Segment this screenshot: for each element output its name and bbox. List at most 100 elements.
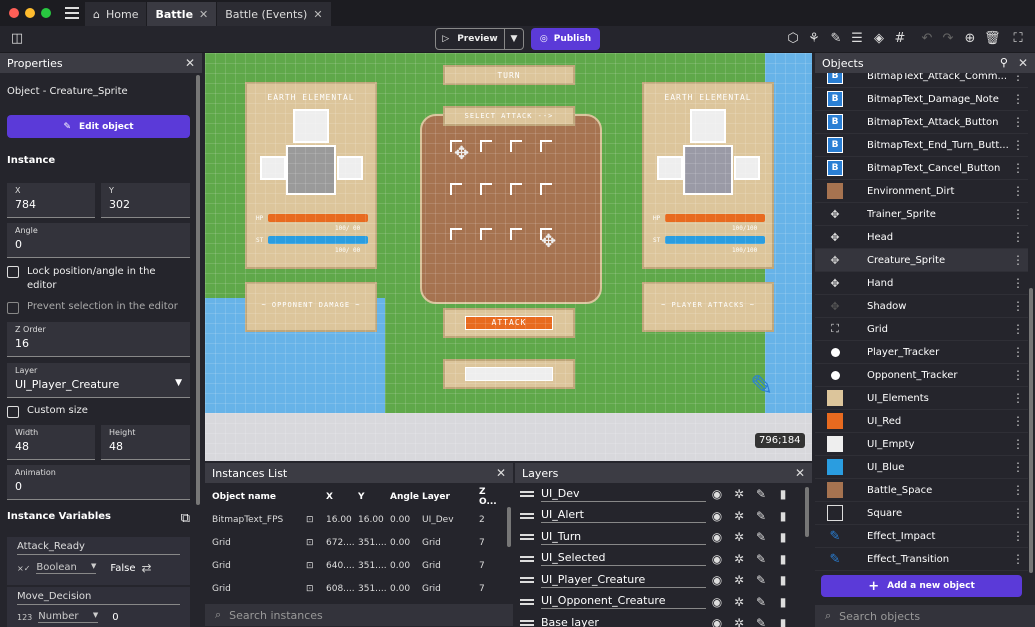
objects-icon[interactable]: ⚘: [806, 31, 822, 47]
more-options-icon[interactable]: ⋮: [1012, 115, 1024, 129]
opponent-damage-panel[interactable]: ~ OPPONENT DAMAGE ~: [245, 282, 377, 332]
layer-row[interactable]: UI_Opponent_Creature ◉ ✲ ✎ ▮: [515, 591, 800, 613]
object-row[interactable]: ⛶ Grid ⋮: [815, 318, 1028, 341]
more-options-icon[interactable]: ⋮: [1012, 552, 1024, 566]
column-header[interactable]: X: [326, 492, 358, 502]
close-window-button[interactable]: [9, 8, 19, 18]
checkbox-box[interactable]: [7, 302, 19, 314]
more-options-icon[interactable]: ⋮: [1012, 414, 1024, 428]
eye-icon[interactable]: ◉: [706, 509, 728, 523]
object-row[interactable]: ✥ Head ⋮: [815, 226, 1028, 249]
creature-sprite[interactable]: [286, 145, 336, 195]
lock-position-checkbox[interactable]: Lock position/angle in the editor: [7, 265, 187, 293]
object-row[interactable]: B BitmapText_Attack_Comm... ⋮: [815, 73, 1028, 88]
layer-name[interactable]: UI_Selected: [541, 551, 706, 566]
object-row[interactable]: ✥ Hand ⋮: [815, 272, 1028, 295]
variable-value[interactable]: 0: [112, 612, 118, 623]
close-icon[interactable]: ✕: [1018, 56, 1028, 70]
zoom-icon[interactable]: ⊕: [962, 31, 978, 47]
prevent-selection-checkbox[interactable]: Prevent selection in the editor: [7, 301, 187, 314]
drag-handle-icon[interactable]: [520, 577, 534, 583]
scene-canvas[interactable]: ✥ ✥ TURN SELECT ATTACK --> EARTH ELEMENT…: [205, 53, 812, 461]
layer-name[interactable]: UI_Alert: [541, 508, 706, 523]
drag-handle-icon[interactable]: [520, 555, 534, 562]
end-turn-button[interactable]: [465, 367, 553, 381]
pencil-icon[interactable]: ✎: [750, 487, 772, 501]
more-options-icon[interactable]: ⋮: [1012, 391, 1024, 405]
layer-name[interactable]: UI_Turn: [541, 530, 706, 545]
creature-sprite-icon[interactable]: ✥: [454, 143, 469, 164]
lighting-icon[interactable]: ✲: [728, 530, 750, 544]
object-row[interactable]: B BitmapText_Damage_Note ⋮: [815, 88, 1028, 111]
pencil-icon[interactable]: ✎: [750, 616, 772, 627]
eye-icon[interactable]: ◉: [706, 487, 728, 501]
column-header[interactable]: Layer: [422, 492, 479, 502]
layers-scrollbar[interactable]: [805, 487, 809, 537]
pencil-icon[interactable]: ✎: [750, 509, 772, 523]
effect-transition-icon[interactable]: ✎: [750, 369, 773, 402]
opponent-card[interactable]: EARTH ELEMENTAL HP 100/ 00 ST 100/ 00: [245, 82, 377, 269]
trash-icon[interactable]: 🗑: [984, 31, 1001, 47]
checkbox-box[interactable]: [7, 266, 19, 278]
variable-value[interactable]: False: [110, 563, 135, 574]
lock-icon[interactable]: ⊡: [306, 538, 326, 548]
search-instances-input[interactable]: ⌕ Search instances: [205, 604, 513, 626]
eye-icon[interactable]: ◉: [706, 530, 728, 544]
fullscreen-icon[interactable]: ⛶: [1010, 31, 1026, 47]
variable-name[interactable]: Attack_Ready: [17, 541, 180, 555]
object-row[interactable]: UI_Empty ⋮: [815, 433, 1028, 456]
list-icon[interactable]: ☰: [849, 31, 865, 47]
layer-row[interactable]: UI_Turn ◉ ✲ ✎ ▮: [515, 526, 800, 548]
preview-options-button[interactable]: ▼: [504, 28, 524, 50]
swap-icon[interactable]: ⇄: [142, 561, 152, 575]
layer-row[interactable]: UI_Player_Creature ◉ ✲ ✎ ▮: [515, 569, 800, 591]
lighting-icon[interactable]: ✲: [728, 573, 750, 587]
layer-row[interactable]: Base layer ◉ ✲ ✎ ▮: [515, 612, 800, 627]
layer-name[interactable]: UI_Dev: [541, 487, 706, 502]
grid-icon[interactable]: #: [892, 31, 908, 47]
animation-field[interactable]: Animation 0: [7, 465, 190, 500]
table-row[interactable]: Grid ⊡ 672.... 351.... 0.00 Grid 7: [205, 531, 505, 554]
head-sprite[interactable]: [690, 109, 726, 143]
y-field[interactable]: Y 302: [101, 183, 190, 218]
trash-icon[interactable]: ▮: [772, 487, 794, 501]
pencil-icon[interactable]: ✎: [828, 31, 844, 47]
more-options-icon[interactable]: ⋮: [1012, 276, 1024, 290]
drag-handle-icon[interactable]: [520, 620, 534, 626]
turn-banner[interactable]: TURN: [443, 65, 575, 85]
pencil-icon[interactable]: ✎: [750, 595, 772, 609]
lock-icon[interactable]: ⊡: [306, 584, 326, 594]
object-row[interactable]: B BitmapText_Cancel_Button ⋮: [815, 157, 1028, 180]
head-sprite[interactable]: [293, 109, 329, 143]
object-row[interactable]: ✥ Creature_Sprite ⋮: [815, 249, 1028, 272]
menu-icon[interactable]: [65, 7, 79, 19]
attack-button[interactable]: ATTACK: [465, 316, 553, 330]
eye-icon[interactable]: ◉: [706, 552, 728, 566]
object-row[interactable]: ✎ Effect_Impact ⋮: [815, 525, 1028, 548]
more-options-icon[interactable]: ⋮: [1012, 184, 1024, 198]
close-icon[interactable]: ✕: [199, 8, 208, 21]
pencil-icon[interactable]: ✎: [750, 530, 772, 544]
object-row[interactable]: ✎ Effect_Transition ⋮: [815, 548, 1028, 571]
trash-icon[interactable]: ▮: [772, 573, 794, 587]
select-attack-banner[interactable]: SELECT ATTACK -->: [443, 106, 575, 126]
lighting-icon[interactable]: ✲: [728, 552, 750, 566]
object-row[interactable]: Opponent_Tracker ⋮: [815, 364, 1028, 387]
more-options-icon[interactable]: ⋮: [1012, 483, 1024, 497]
object-row[interactable]: UI_Elements ⋮: [815, 387, 1028, 410]
more-options-icon[interactable]: ⋮: [1012, 437, 1024, 451]
filter-icon[interactable]: ⚲: [1000, 56, 1008, 70]
object-row[interactable]: Player_Tracker ⋮: [815, 341, 1028, 364]
hand-sprite[interactable]: [260, 156, 286, 180]
redo-icon[interactable]: ↷: [940, 31, 956, 47]
eye-icon[interactable]: ◉: [706, 616, 728, 627]
layers-icon[interactable]: ◈: [871, 31, 887, 47]
open-external-icon[interactable]: ⧉: [181, 511, 190, 526]
more-options-icon[interactable]: ⋮: [1012, 345, 1024, 359]
variable-name[interactable]: Move_Decision: [17, 591, 180, 605]
angle-field[interactable]: Angle 0: [7, 223, 190, 258]
object-row[interactable]: B BitmapText_Attack_Button ⋮: [815, 111, 1028, 134]
lighting-icon[interactable]: ✲: [728, 509, 750, 523]
more-options-icon[interactable]: ⋮: [1012, 299, 1024, 313]
checkbox-box[interactable]: [7, 406, 19, 418]
